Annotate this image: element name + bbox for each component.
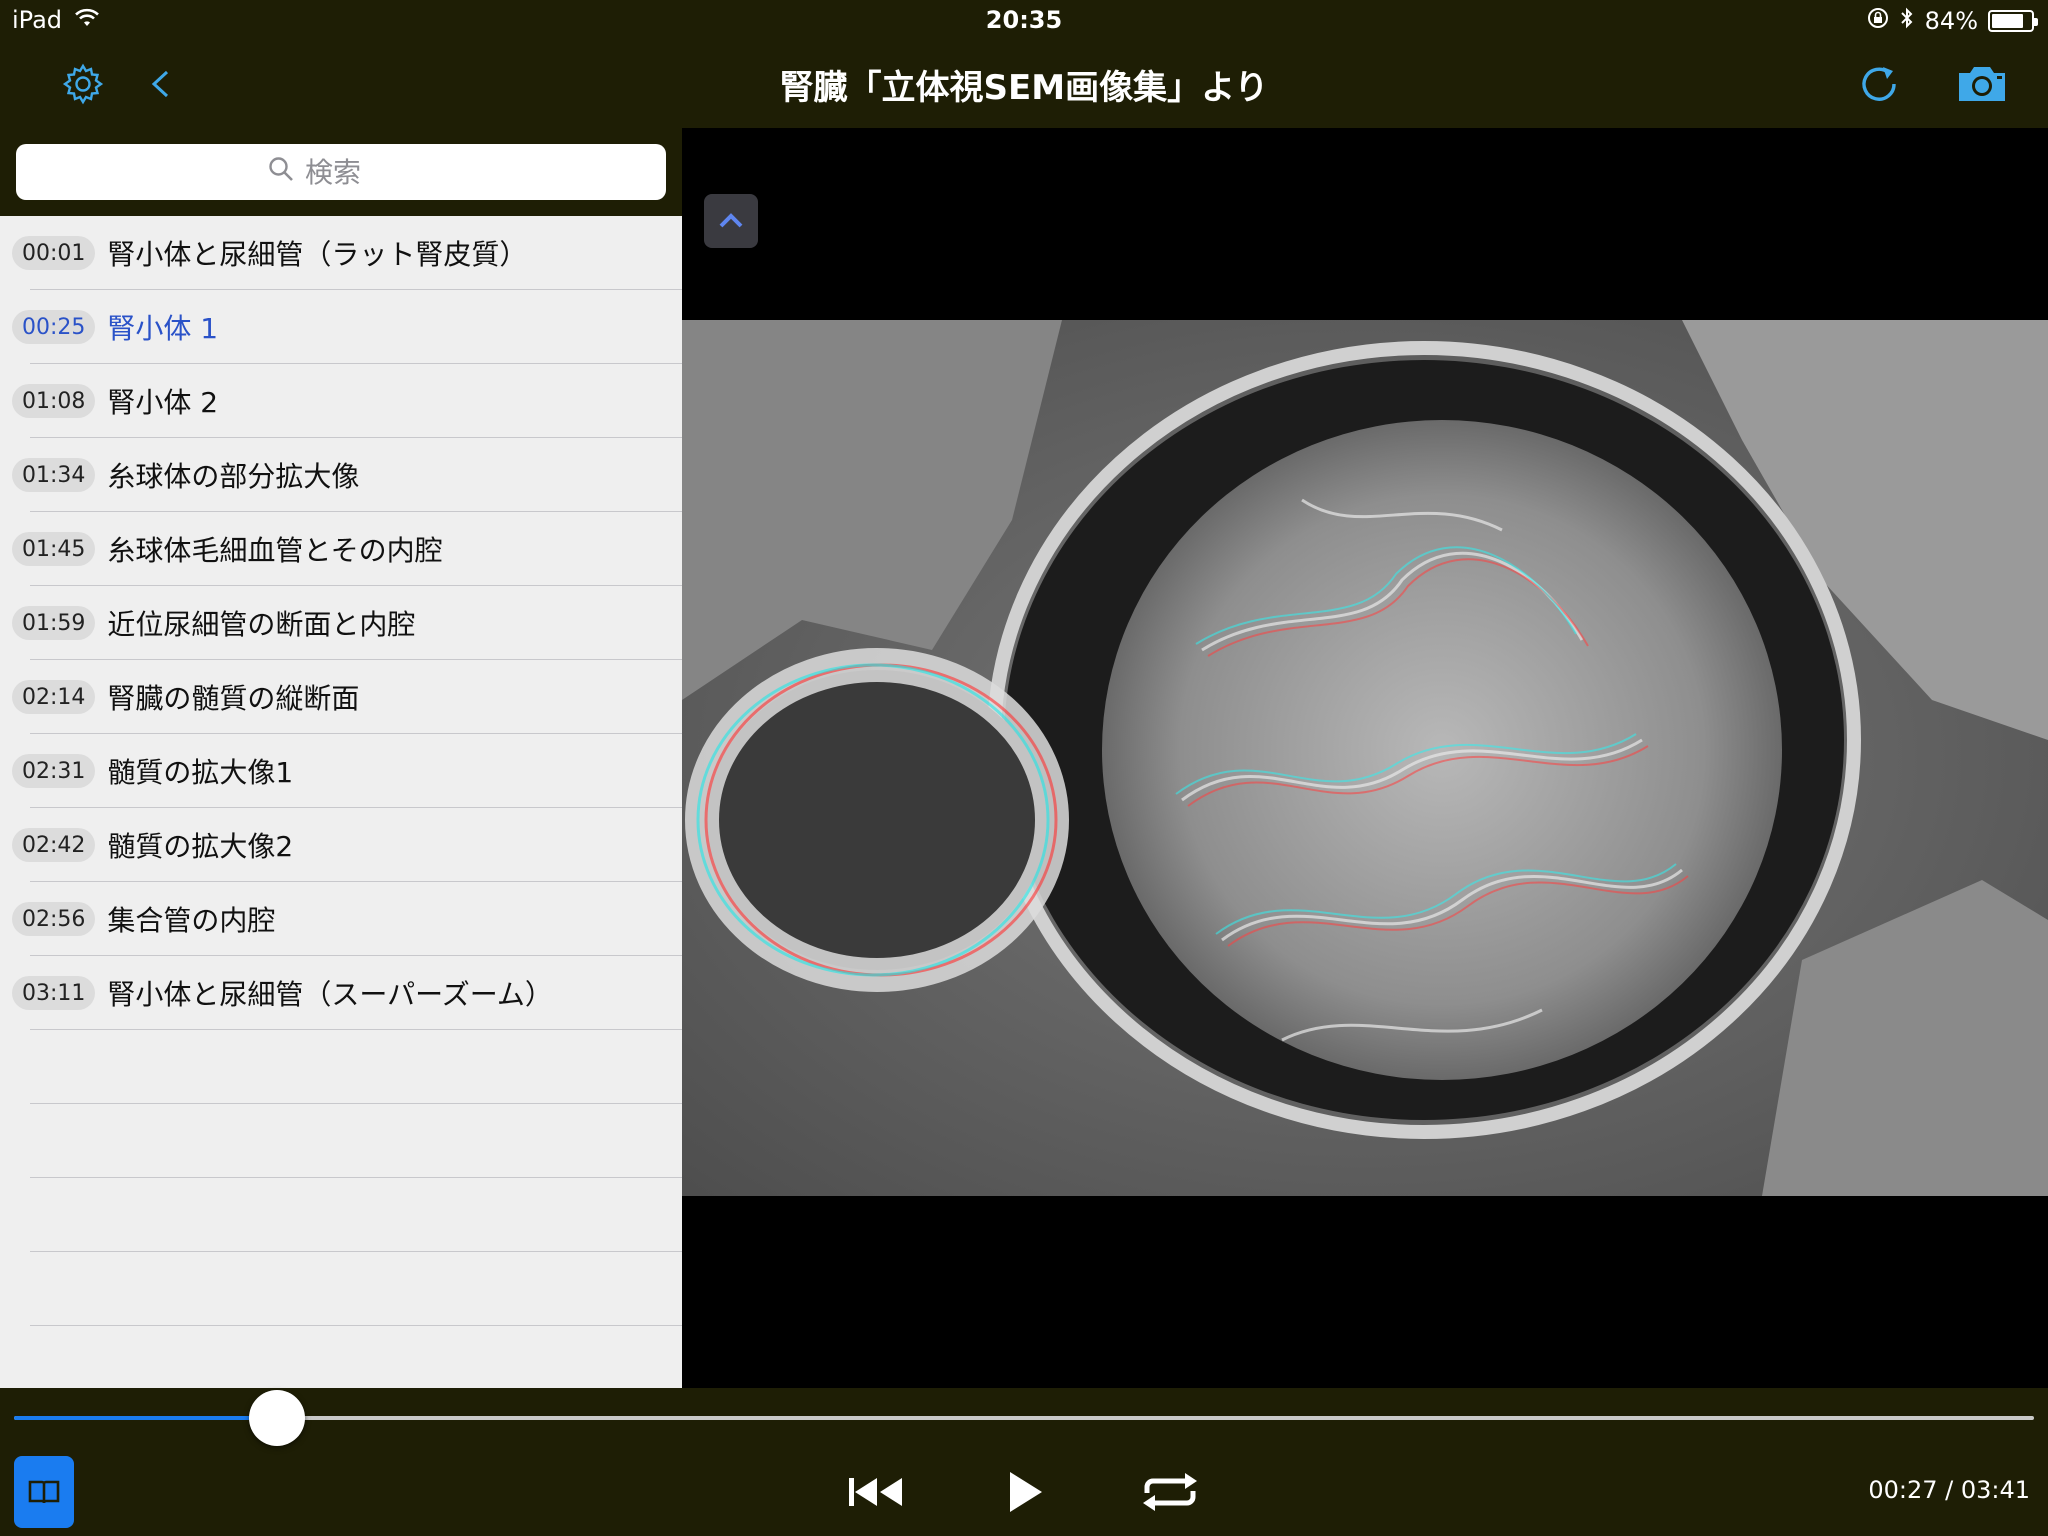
chapter-row[interactable]: 01:45 糸球体毛細血管とその内腔 <box>0 512 682 586</box>
chapter-timestamp-badge: 03:11 <box>12 976 96 1010</box>
chapter-title: 糸球体毛細血管とその内腔 <box>107 534 443 567</box>
chapter-timestamp-badge: 01:34 <box>12 458 96 492</box>
empty-row <box>0 1104 682 1178</box>
chapter-title: 集合管の内腔 <box>107 904 276 937</box>
chapter-timestamp-badge: 02:31 <box>12 754 96 788</box>
chapter-title: 腎小体 2 <box>107 386 219 419</box>
chapter-row[interactable]: 00:25 腎小体 1 <box>0 290 682 364</box>
empty-row <box>0 1252 682 1326</box>
chapter-row[interactable]: 01:34 糸球体の部分拡大像 <box>0 438 682 512</box>
chapter-timestamp-badge: 01:45 <box>12 532 96 566</box>
chapter-row[interactable]: 02:14 腎臓の髄質の縦断面 <box>0 660 682 734</box>
chapter-book-button[interactable] <box>14 1456 74 1528</box>
bluetooth-icon <box>1899 6 1915 36</box>
search-field[interactable] <box>16 144 666 200</box>
chapter-title: 腎臓の髄質の縦断面 <box>107 682 360 715</box>
battery-icon <box>1988 10 2038 32</box>
chapter-row[interactable]: 01:08 腎小体 2 <box>0 364 682 438</box>
empty-row <box>0 1030 682 1104</box>
book-icon <box>28 1480 60 1504</box>
skip-back-icon[interactable] <box>844 1462 908 1522</box>
chapter-timestamp-badge: 00:25 <box>12 310 96 344</box>
chapter-title: 腎小体 1 <box>107 312 219 345</box>
collapse-chevron-up-button[interactable] <box>704 194 758 248</box>
chapter-timestamp-badge: 01:08 <box>12 384 96 418</box>
top-bar: iPad 20:35 84% 腎臓「立体視SEM画像集」より <box>0 0 2048 128</box>
play-icon[interactable] <box>1000 1462 1050 1522</box>
chapter-row[interactable]: 02:56 集合管の内腔 <box>0 882 682 956</box>
search-input[interactable] <box>305 155 415 189</box>
player-controls: 00:27 / 03:41 <box>0 1388 2048 1536</box>
battery-level <box>1992 14 2024 28</box>
sem-anaglyph-image <box>682 320 2048 1196</box>
chapter-timestamp-badge: 02:42 <box>12 828 96 862</box>
nav-bar: 腎臓「立体視SEM画像集」より <box>0 40 2048 128</box>
camera-icon[interactable] <box>1952 54 2012 114</box>
search-icon <box>267 155 295 190</box>
chapter-row[interactable]: 02:31 髄質の拡大像1 <box>0 734 682 808</box>
chapter-timestamp-badge: 02:56 <box>12 902 96 936</box>
rotation-lock-icon <box>1867 7 1889 35</box>
chapter-timestamp-badge: 01:59 <box>12 606 96 640</box>
chapter-row[interactable]: 03:11 腎小体と尿細管（スーパーズーム） <box>0 956 682 1030</box>
status-time: 20:35 <box>985 6 1063 34</box>
video-frame-image <box>682 320 2048 1196</box>
chapter-row[interactable]: 00:01 腎小体と尿細管（ラット腎皮質） <box>0 216 682 290</box>
empty-row <box>0 1178 682 1252</box>
seek-track[interactable] <box>14 1416 2034 1420</box>
chapter-title: 髄質の拡大像2 <box>107 830 294 863</box>
chapter-title: 糸球体の部分拡大像 <box>107 460 360 493</box>
timecode: 00:27 / 03:41 <box>1868 1476 2030 1504</box>
seek-thumb[interactable] <box>248 1390 305 1446</box>
chapter-row[interactable]: 01:59 近位尿細管の断面と内腔 <box>0 586 682 660</box>
chapter-row[interactable]: 02:42 髄質の拡大像2 <box>0 808 682 882</box>
chapter-sidebar: 00:01 腎小体と尿細管（ラット腎皮質） 00:25 腎小体 1 01:08 腎小体 2… <box>0 128 682 1400</box>
chapter-title: 腎小体と尿細管（スーパーズーム） <box>107 978 553 1011</box>
chapter-timestamp-badge: 02:14 <box>12 680 96 714</box>
chapter-list: 00:01 腎小体と尿細管（ラット腎皮質） 00:25 腎小体 1 01:08 腎小体 2… <box>0 216 682 1400</box>
chapter-title: 髄質の拡大像1 <box>107 756 294 789</box>
chapter-title: 腎小体と尿細管（ラット腎皮質） <box>107 238 528 271</box>
battery-percent: 84% <box>1924 7 1978 35</box>
seek-progress <box>14 1416 277 1420</box>
refresh-icon[interactable] <box>1850 54 1910 114</box>
chapter-title: 近位尿細管の断面と内腔 <box>107 608 416 641</box>
search-bar-container <box>0 128 682 216</box>
status-bar: iPad 20:35 84% <box>0 0 2048 40</box>
page-title: 腎臓「立体視SEM画像集」より <box>779 68 1269 108</box>
video-area[interactable] <box>682 128 2048 1388</box>
chapter-timestamp-badge: 00:01 <box>12 236 96 270</box>
repeat-icon[interactable] <box>1136 1462 1204 1522</box>
